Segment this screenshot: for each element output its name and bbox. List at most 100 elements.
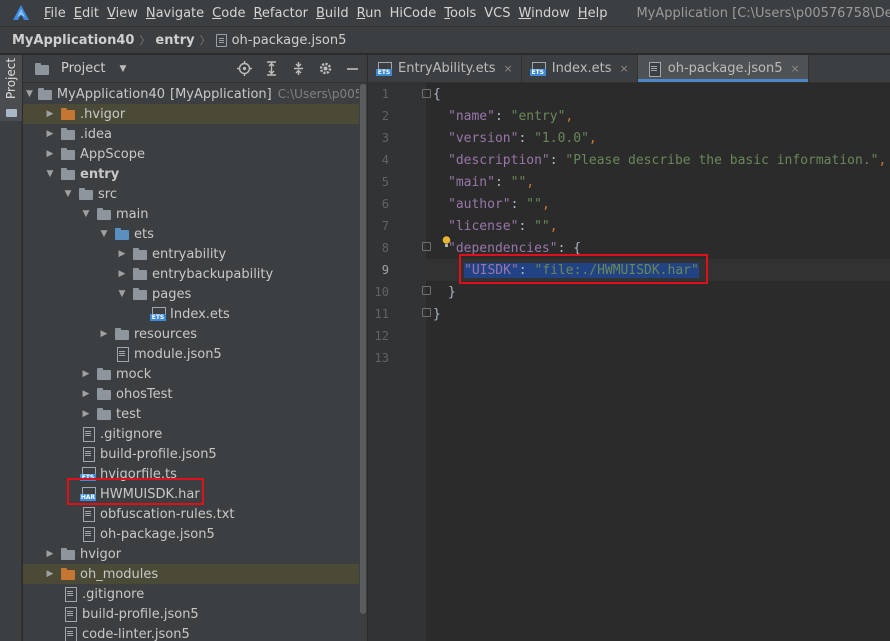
chevron-down-icon[interactable]: ▼ [80, 209, 92, 219]
project-tool-window-tab[interactable]: Project [0, 55, 22, 121]
tree-item-mock[interactable]: ▶ mock [23, 364, 359, 384]
menu-vcs[interactable]: VCS [484, 6, 510, 21]
tree-item-appscope[interactable]: ▶ AppScope [23, 144, 359, 164]
tree-item-gitignore[interactable]: .gitignore [23, 424, 359, 444]
chevron-right-icon[interactable]: ▶ [116, 269, 128, 279]
chevron-right-icon[interactable]: ▶ [80, 389, 92, 399]
code-token: , [549, 218, 558, 234]
scrollbar-thumb[interactable] [360, 84, 366, 614]
chevron-right-icon[interactable]: ▶ [98, 329, 110, 339]
close-icon[interactable]: × [620, 62, 629, 75]
line-number: 10 [374, 285, 389, 299]
folder-icon [114, 327, 130, 341]
close-icon[interactable]: × [791, 62, 800, 75]
tree-item-label: entryability [152, 246, 227, 262]
minimize-icon[interactable] [344, 60, 361, 77]
tree-item-hwmuisdk-har[interactable]: HWMUISDK.har [23, 484, 359, 504]
chevron-right-icon[interactable]: ▶ [44, 569, 56, 579]
tree-item-root-build-profile[interactable]: build-profile.json5 [23, 604, 359, 624]
breadcrumb-project[interactable]: MyApplication40 [12, 33, 134, 48]
chevron-right-icon[interactable]: ▶ [44, 129, 56, 139]
line-number: 4 [381, 153, 389, 167]
tree-item-ets[interactable]: ▼ ets [23, 224, 359, 244]
chevron-right-icon: 〉 [139, 34, 151, 47]
tree-item-main[interactable]: ▼ main [23, 204, 359, 224]
menu-build[interactable]: Build [316, 6, 349, 21]
chevron-right-icon[interactable]: ▶ [44, 109, 56, 119]
menu-view[interactable]: View [107, 6, 138, 21]
tree-item-root[interactable]: ▼ MyApplication40 [MyApplication] C:\Use… [23, 84, 367, 104]
line-number: 5 [381, 175, 389, 189]
expand-all-icon[interactable] [263, 60, 280, 77]
tree-item-pages[interactable]: ▼ pages [23, 284, 359, 304]
collapse-all-icon[interactable] [290, 60, 307, 77]
tree-item-hvigor-hidden[interactable]: ▶ .hvigor [23, 104, 359, 124]
chevron-right-icon[interactable]: ▶ [44, 149, 56, 159]
code-line: "author": "", [448, 193, 550, 215]
menu-edit[interactable]: Edit [74, 6, 99, 21]
tree-item-label: ohosTest [116, 386, 173, 402]
chevron-right-icon[interactable]: ▶ [116, 249, 128, 259]
tree-item-test[interactable]: ▶ test [23, 404, 359, 424]
chevron-down-icon[interactable]: ▼ [119, 64, 126, 74]
chevron-right-icon[interactable]: ▶ [80, 409, 92, 419]
tab-index-ets[interactable]: Index.ets × [522, 55, 638, 82]
menu-refactor[interactable]: Refactor [253, 6, 308, 21]
tree-item-ohostest[interactable]: ▶ ohosTest [23, 384, 359, 404]
tree-item-src[interactable]: ▼ src [23, 184, 359, 204]
menu-tools[interactable]: Tools [444, 6, 476, 21]
json-file-icon [80, 527, 96, 542]
menu-hicode[interactable]: HiCode [390, 6, 437, 21]
menu-navigate[interactable]: Navigate [146, 6, 204, 21]
menu-window[interactable]: Window [519, 6, 570, 21]
tree-item-entrybackupability[interactable]: ▶ entrybackupability [23, 264, 359, 284]
tree-item-code-linter[interactable]: code-linter.json5 [23, 624, 359, 641]
menu-code[interactable]: Code [212, 6, 245, 21]
folder-icon [60, 107, 76, 121]
tree-item-resources[interactable]: ▶ resources [23, 324, 359, 344]
tree-item-idea[interactable]: ▶ .idea [23, 124, 359, 144]
breadcrumb-file[interactable]: oh-package.json5 [215, 32, 347, 48]
tab-entryability-ets[interactable]: EntryAbility.ets × [368, 55, 522, 82]
chevron-right-icon[interactable]: ▶ [44, 549, 56, 559]
folder-icon [132, 267, 148, 281]
tree-item-entryability[interactable]: ▶ entryability [23, 244, 359, 264]
tree-item-label: ets [134, 226, 154, 242]
tree-item-hvigor[interactable]: ▶ hvigor [23, 544, 359, 564]
folder-icon [96, 387, 112, 401]
breadcrumb-file-label: oh-package.json5 [231, 32, 347, 48]
project-panel-title[interactable]: Project [61, 61, 105, 76]
menu-run[interactable]: Run [357, 6, 382, 21]
code-token: , [541, 196, 550, 212]
tree-item-label: MyApplication40 [56, 86, 166, 102]
menu-file[interactable]: File [44, 6, 66, 21]
chevron-down-icon[interactable]: ▼ [26, 89, 33, 99]
project-panel-scrollbar[interactable] [359, 84, 367, 641]
selected-text: "UISDK": "file:./HWMUISDK.har" [464, 262, 699, 278]
chevron-right-icon[interactable]: ▶ [80, 369, 92, 379]
locate-file-icon[interactable] [236, 60, 253, 77]
tree-item-module-json5[interactable]: module.json5 [23, 344, 359, 364]
tree-item-oh-package[interactable]: oh-package.json5 [23, 524, 359, 544]
tree-item-label: code-linter.json5 [82, 626, 190, 641]
tree-item-build-profile[interactable]: build-profile.json5 [23, 444, 359, 464]
chevron-down-icon[interactable]: ▼ [116, 289, 128, 299]
json-string: "" [526, 196, 542, 212]
chevron-down-icon[interactable]: ▼ [44, 169, 56, 179]
tree-item-entry[interactable]: ▼ entry [23, 164, 359, 184]
gear-icon[interactable] [317, 60, 334, 77]
tree-item-index-ets[interactable]: Index.ets [23, 304, 359, 324]
editor-tab-bar: EntryAbility.ets × Index.ets × oh-packag… [368, 55, 890, 83]
code-editor[interactable]: { "name": "entry", "version": "1.0.0", "… [426, 83, 890, 641]
menu-help[interactable]: Help [578, 6, 608, 21]
tree-item-obfuscation-rules[interactable]: obfuscation-rules.txt [23, 504, 359, 524]
tree-item-oh-modules[interactable]: ▶ oh_modules [23, 564, 359, 584]
breadcrumb-module[interactable]: entry [155, 33, 194, 48]
tree-item-hvigorfile[interactable]: hvigorfile.ts [23, 464, 359, 484]
tree-item-label: build-profile.json5 [100, 446, 217, 462]
tree-item-root-gitignore[interactable]: .gitignore [23, 584, 359, 604]
close-icon[interactable]: × [504, 62, 513, 75]
tab-oh-package-json5[interactable]: oh-package.json5 × [637, 55, 809, 82]
chevron-down-icon[interactable]: ▼ [62, 189, 74, 199]
chevron-down-icon[interactable]: ▼ [98, 229, 110, 239]
